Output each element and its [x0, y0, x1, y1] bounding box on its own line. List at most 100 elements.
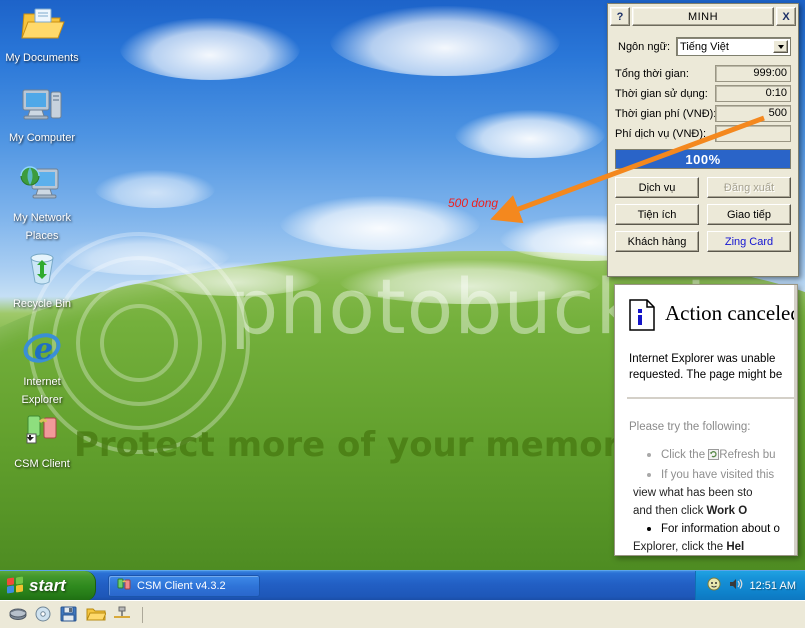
- bullet-line-1: For information about o: [661, 523, 780, 535]
- field-label: Thời gian phí (VNĐ):: [615, 107, 717, 120]
- ie-error-title: Action canceled: [665, 301, 798, 325]
- communicate-button[interactable]: Giao tiếp: [707, 204, 791, 225]
- volume-icon[interactable]: [728, 577, 743, 594]
- bullet-line-3-prefix: and then click: [633, 505, 707, 517]
- field-row-service-fee: Phí dịch vụ (VNĐ):: [615, 125, 791, 142]
- refresh-icon: [708, 449, 720, 465]
- language-label: Ngôn ngữ:: [618, 40, 671, 53]
- start-button-label: start: [29, 575, 66, 595]
- list-item-continuation: Explorer, click the Hel: [633, 539, 797, 555]
- horizontal-divider: [627, 397, 797, 399]
- cloud-shape: [330, 6, 560, 76]
- system-tray: 12:51 AM: [694, 570, 805, 601]
- ie-try-heading: Please try the following:: [629, 421, 751, 433]
- connection-icon[interactable]: [112, 606, 132, 624]
- csm-client-icon: [18, 408, 66, 452]
- desktop-icon-my-network-places[interactable]: My Network Places: [2, 162, 82, 244]
- action-button-grid: Dịch vụ Đăng xuất Tiện ích Giao tiếp Khá…: [615, 177, 791, 252]
- field-label: Thời gian sử dụng:: [615, 87, 708, 100]
- zing-card-button[interactable]: Zing Card: [707, 231, 791, 252]
- bullet-line-2-bold: Hel: [726, 541, 745, 553]
- csm-client-icon: [117, 577, 131, 594]
- desktop-icon-label: Internet: [23, 376, 61, 388]
- bullet-line-2-prefix: Explorer, click the: [633, 541, 727, 553]
- desktop-icon-label-line2: Explorer: [21, 394, 63, 406]
- language-select-value: Tiếng Việt: [680, 40, 729, 53]
- list-item: Click the Refresh bu: [647, 447, 797, 465]
- field-row-used-time: Thời gian sử dụng: 0:10: [615, 85, 791, 102]
- language-row: Ngôn ngữ: Tiếng Việt: [618, 37, 791, 56]
- field-value-time-fee: 500: [715, 105, 791, 122]
- mouse-icon[interactable]: [8, 606, 28, 624]
- bullet-line-1: If you have visited this: [661, 469, 775, 481]
- customer-button[interactable]: Khách hàng: [615, 231, 699, 252]
- internet-explorer-icon: e: [18, 326, 66, 370]
- list-item-continuation: and then click Work O: [633, 503, 797, 519]
- quick-launch-bar: [0, 600, 805, 628]
- tray-shield-icon[interactable]: [707, 577, 721, 594]
- utilities-button[interactable]: Tiện ích: [615, 204, 699, 225]
- desktop-icon-my-documents[interactable]: My Documents: [2, 2, 82, 66]
- cloud-shape: [120, 18, 300, 80]
- cloud-shape: [455, 110, 605, 158]
- desktop-icon-label: My Network: [12, 212, 72, 224]
- network-places-icon: [18, 162, 66, 206]
- clock[interactable]: 12:51 AM: [750, 580, 796, 592]
- save-disk-icon[interactable]: [60, 606, 80, 624]
- bullet-text-prefix: Click the: [661, 449, 709, 461]
- window-title: MINH: [632, 7, 774, 26]
- desktop-icon-label: My Computer: [8, 132, 76, 144]
- divider: [142, 606, 143, 623]
- info-document-icon: [629, 299, 655, 331]
- taskbar-item-csm-client[interactable]: CSM Client v4.3.2: [108, 574, 260, 597]
- cloud-shape: [95, 170, 215, 208]
- ie-error-paragraph: Internet Explorer was unable requested. …: [629, 351, 797, 383]
- desktop-icon-label-line2: Places: [25, 230, 59, 242]
- bullet-line-3-bold: Work O: [706, 505, 748, 517]
- svg-text:e: e: [34, 332, 53, 367]
- close-button[interactable]: X: [776, 7, 796, 26]
- windows-flag-icon: [7, 576, 24, 594]
- desktop-icon-label: My Documents: [5, 52, 79, 64]
- field-label: Tổng thời gian:: [615, 67, 689, 80]
- service-button[interactable]: Dịch vụ: [615, 177, 699, 198]
- bullet-line-2: view what has been sto: [633, 487, 753, 499]
- field-value-total-time: 999:00: [715, 65, 791, 82]
- chevron-down-icon[interactable]: [773, 40, 788, 53]
- screen-root: photobucket Protect more of your memorie…: [0, 0, 805, 628]
- field-row-time-fee: Thời gian phí (VNĐ): 500: [615, 105, 791, 122]
- start-button[interactable]: start: [0, 570, 96, 601]
- desktop-icon-label: Recycle Bin: [12, 298, 72, 310]
- desktop-icon-label: CSM Client: [14, 458, 70, 470]
- folder-icon[interactable]: [86, 606, 107, 624]
- desktop-icon-recycle-bin[interactable]: Recycle Bin: [2, 248, 82, 312]
- csm-title-bar[interactable]: ? MINH X: [610, 6, 796, 27]
- list-item: If you have visited this: [647, 467, 797, 483]
- logout-button: Đăng xuất: [707, 177, 791, 198]
- field-label: Phí dịch vụ (VNĐ):: [615, 127, 707, 140]
- desktop-icon-internet-explorer[interactable]: e Internet Explorer: [2, 326, 82, 408]
- bullet-text-suffix: Refresh bu: [719, 449, 776, 461]
- cd-icon[interactable]: [34, 606, 54, 624]
- cloud-shape: [60, 235, 230, 275]
- help-button[interactable]: ?: [610, 7, 630, 26]
- scrollbar[interactable]: [794, 285, 797, 555]
- language-select[interactable]: Tiếng Việt: [676, 37, 791, 56]
- annotation-label: 500 dong: [448, 196, 499, 210]
- list-item: For information about o: [647, 521, 797, 537]
- desktop-icon-my-computer[interactable]: My Computer: [2, 82, 82, 146]
- internet-explorer-error-window[interactable]: Action canceled Internet Explorer was un…: [614, 284, 798, 556]
- csm-window-body: Ngôn ngữ: Tiếng Việt Tổng thời gian: 999…: [608, 27, 798, 257]
- desktop-icon-csm-client[interactable]: CSM Client: [2, 408, 82, 472]
- progress-bar: 100%: [615, 149, 791, 169]
- csm-client-window[interactable]: ? MINH X Ngôn ngữ: Tiếng Việt Tổng thời …: [607, 3, 799, 277]
- field-value-used-time: 0:10: [715, 85, 791, 102]
- folder-documents-icon: [18, 2, 66, 46]
- ie-header: Action canceled: [629, 299, 797, 331]
- field-value-service-fee: [715, 125, 791, 142]
- taskbar-item-label: CSM Client v4.3.2: [137, 579, 226, 592]
- ie-paragraph-line-2: requested. The page might be: [629, 369, 783, 381]
- computer-icon: [18, 82, 66, 126]
- ie-paragraph-line-1: Internet Explorer was unable: [629, 353, 776, 365]
- taskbar: start CSM Client v4.3.2 12:51 AM: [0, 570, 805, 601]
